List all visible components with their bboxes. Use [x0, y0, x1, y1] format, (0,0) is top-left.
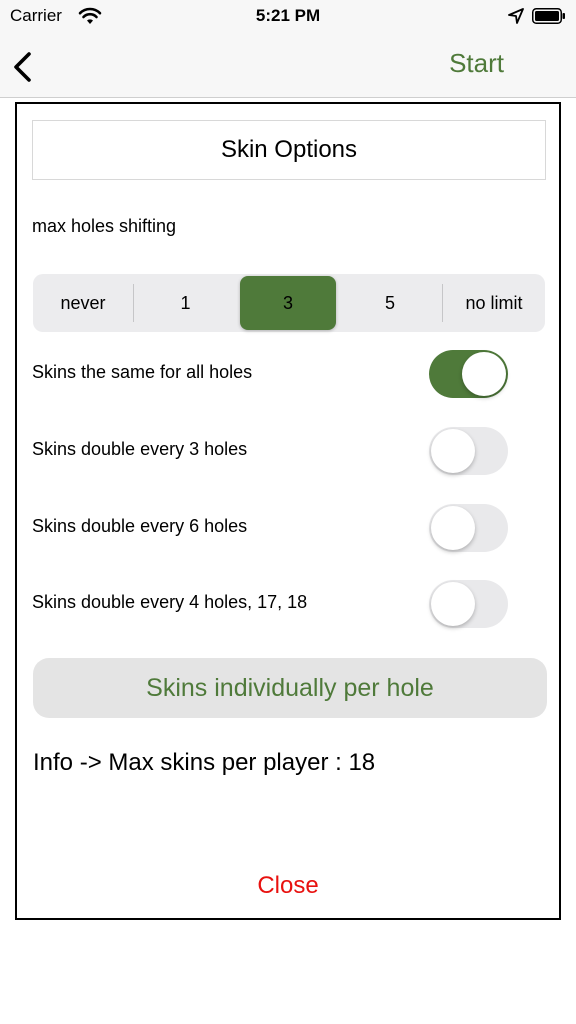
segment-no-limit[interactable]: no limit [443, 274, 545, 332]
start-button[interactable]: Start [449, 48, 504, 79]
switch-knob [431, 506, 475, 550]
toggle-row-double-every-4: Skins double every 4 holes, 17, 18 [32, 580, 544, 630]
toggle-label: Skins double every 6 holes [32, 516, 248, 536]
toggle-row-double-every-6: Skins double every 6 holes [32, 504, 544, 554]
max-holes-shifting-segmented-control[interactable]: never 1 3 5 no limit [33, 274, 545, 332]
segment-1[interactable]: 1 [134, 274, 237, 332]
toggle-label: Skins the same for all holes [32, 362, 253, 382]
toggle-label: Skins double every 3 holes [32, 439, 248, 459]
close-button[interactable]: Close [17, 872, 559, 900]
segment-never[interactable]: never [33, 274, 133, 332]
segment-3-selected[interactable]: 3 [240, 276, 336, 330]
double-every-4-switch[interactable] [429, 580, 508, 628]
switch-knob [462, 352, 506, 396]
switch-knob [431, 582, 475, 626]
max-skins-info: Info -> Max skins per player : 18 [33, 749, 376, 776]
toggle-row-same-all-holes: Skins the same for all holes [32, 350, 544, 400]
battery-icon [532, 8, 565, 24]
skins-individually-button[interactable]: Skins individually per hole [33, 658, 547, 718]
same-all-holes-switch[interactable] [429, 350, 508, 398]
dialog-title: Skin Options [32, 120, 546, 180]
location-arrow-icon [508, 8, 524, 24]
double-every-3-switch[interactable] [429, 427, 508, 475]
status-bar: Carrier 5:21 PM [0, 0, 576, 34]
double-every-6-switch[interactable] [429, 504, 508, 552]
clock: 5:21 PM [255, 6, 321, 25]
navigation-bar: Start [0, 34, 576, 98]
switch-knob [431, 429, 475, 473]
segment-5[interactable]: 5 [339, 274, 441, 332]
back-chevron-icon[interactable] [10, 50, 36, 84]
max-holes-shifting-label: max holes shifting [32, 216, 177, 236]
skin-options-dialog: Skin Options max holes shifting never 1 … [15, 102, 561, 920]
toggle-label: Skins double every 4 holes, 17, 18 [32, 592, 308, 612]
toggle-row-double-every-3: Skins double every 3 holes [32, 427, 544, 477]
